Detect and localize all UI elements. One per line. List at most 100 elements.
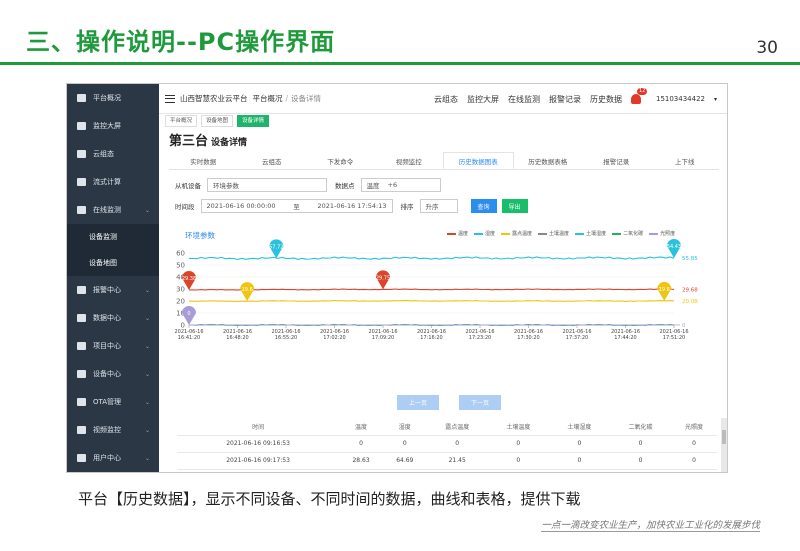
sidebar-subitem-device-monitor[interactable]: 设备监测 (67, 224, 159, 250)
table-scrollbar[interactable] (721, 418, 727, 472)
sidebar-item-b5[interactable]: 视频监控 ⌄ (67, 416, 159, 444)
sidebar-item-a1[interactable]: 监控大屏 (67, 112, 159, 140)
column-header: 土壤温度 (487, 418, 549, 436)
time-start: 2021-06-16 00:00:00 (206, 202, 276, 210)
tab-device-detail[interactable]: 设备详情 (237, 115, 270, 127)
sidebar-item-label: 监控大屏 (93, 122, 121, 130)
export-button[interactable]: 导出 (501, 199, 528, 213)
breadcrumb-separator: / (285, 94, 289, 103)
sidebar-item-b0[interactable]: 报警中心 ⌄ (67, 276, 159, 304)
x-tick-time: 17:09:20 (372, 335, 394, 341)
legend-item[interactable]: 露点温度 (501, 230, 532, 237)
user-account[interactable]: 15103434422 (656, 95, 705, 103)
device-select[interactable]: 环境参数 (207, 178, 327, 192)
x-tick-time: 17:51:20 (663, 335, 685, 341)
chevron-down-icon: ⌄ (144, 454, 150, 462)
chart-pager: 上一页 下一页 (397, 395, 501, 410)
sidebar-item-b1[interactable]: 数据中心 ⌄ (67, 304, 159, 332)
bell-icon[interactable]: 12 (630, 88, 648, 104)
column-header: 土壤湿度 (548, 418, 610, 436)
sidebar-item-b6[interactable]: 用户中心 ⌄ (67, 444, 159, 472)
legend-item[interactable]: 二氧化碳 (612, 230, 643, 237)
data-tab-6[interactable]: 报警记录 (582, 152, 651, 169)
legend-swatch (649, 232, 659, 235)
table-cell: 0 (487, 452, 549, 470)
data-tab-5[interactable]: 历史数据表格 (514, 152, 583, 169)
prev-page-button[interactable]: 上一页 (397, 395, 439, 410)
column-header: 光照度 (671, 418, 717, 436)
menu-toggle-icon[interactable] (165, 94, 175, 103)
legend-swatch (501, 232, 511, 235)
x-tick-time: 16:41:20 (178, 335, 200, 341)
sidebar-item-label: 云组态 (93, 150, 114, 158)
legend-item[interactable]: 土壤温度 (538, 230, 569, 237)
series-end-label: 0 (682, 323, 686, 329)
nav-big-screen[interactable]: 监控大屏 (467, 94, 499, 105)
scrollbar-thumb[interactable] (722, 430, 726, 444)
sidebar-item-b2[interactable]: 项目中心 ⌄ (67, 332, 159, 360)
query-button[interactable]: 查询 (470, 199, 497, 213)
data-tab-4[interactable]: 历史数据图表 (443, 152, 514, 169)
data-tab-0[interactable]: 实时数据 (169, 152, 238, 169)
nav-cloud-config[interactable]: 云组态 (434, 94, 458, 105)
data-marker-label: 57.72 (269, 244, 283, 250)
data-tabs: 实时数据 云组态 下发命令 视频监控 历史数据图表 历史数据表格 报警记录 上下线 (169, 152, 719, 170)
x-tick-time: 17:37:20 (566, 335, 588, 341)
nav-online-monitor[interactable]: 在线监测 (508, 94, 540, 105)
legend-label: 光照度 (660, 231, 676, 237)
sidebar-item-a4[interactable]: 在线监测 ⌄ (67, 196, 159, 224)
series-end-label: 55.85 (682, 256, 698, 262)
table-cell: 0 (671, 435, 717, 453)
legend-item[interactable]: 温度 (447, 230, 468, 237)
x-tick-time: 17:02:20 (323, 335, 345, 341)
x-tick-time: 17:44:20 (614, 335, 636, 341)
legend-item[interactable]: 光照度 (649, 230, 675, 237)
time-range-picker[interactable]: 2021-06-16 00:00:00 至 2021-06-16 17:54:1… (200, 199, 393, 213)
device-name: 第三台 (169, 134, 209, 149)
user-icon (77, 454, 86, 462)
table-cell: 0 (487, 435, 549, 453)
tab-overview[interactable]: 平台概况 (165, 115, 198, 127)
dashboard-icon (77, 94, 86, 102)
page-number: 30 (756, 38, 778, 58)
chevron-down-icon: ⌄ (144, 370, 150, 378)
open-tabs: 平台概况 设备地图 设备详情 (159, 114, 727, 128)
tab-device-map[interactable]: 设备地图 (201, 115, 234, 127)
sort-select[interactable]: 升序 (419, 199, 458, 213)
nav-alarm-records[interactable]: 报警记录 (549, 94, 581, 105)
slide-title: 三、操作说明--PC操作界面 (26, 28, 336, 56)
legend-swatch (575, 232, 585, 235)
column-header: 露点温度 (426, 418, 488, 436)
app-name: 山西智慧农业云平台 (180, 94, 248, 103)
sidebar-item-label: 设备中心 (93, 370, 121, 378)
table-cell: 2021-06-16 09:17:53 (177, 452, 340, 470)
chevron-down-icon[interactable]: ▾ (714, 96, 717, 103)
data-tab-7[interactable]: 上下线 (651, 152, 720, 169)
table-cell: 0 (548, 452, 610, 470)
legend-item[interactable]: 土壤湿度 (575, 230, 606, 237)
sidebar-item-a0[interactable]: 平台概况 (67, 84, 159, 112)
sidebar-item-b4[interactable]: OTA管理 ⌄ (67, 388, 159, 416)
sidebar-item-a3[interactable]: 流式计算 (67, 168, 159, 196)
breadcrumb-home[interactable]: 平台概况 (253, 93, 283, 104)
sidebar-subitem-device-map[interactable]: 设备地图 (67, 250, 159, 276)
time-end: 2021-06-16 17:54:13 (317, 202, 387, 210)
column-header: 二氧化碳 (609, 418, 672, 436)
point-label: 数据点 (335, 182, 355, 190)
sidebar-item-b3[interactable]: 设备中心 ⌄ (67, 360, 159, 388)
point-select[interactable]: 温度 +6 (360, 178, 441, 192)
sidebar-item-a2[interactable]: 云组态 (67, 140, 159, 168)
series-line (189, 256, 675, 260)
nav-history-data[interactable]: 历史数据 (590, 94, 622, 105)
data-tab-3[interactable]: 视频监控 (375, 152, 444, 169)
data-tab-2[interactable]: 下发命令 (306, 152, 375, 169)
legend-item[interactable]: 湿度 (474, 230, 495, 237)
data-tab-1[interactable]: 云组态 (238, 152, 307, 169)
chevron-down-icon: ⌄ (144, 286, 150, 294)
top-nav: 云组态 监控大屏 在线监测 报警记录 历史数据 12 15103434422 ▾ (434, 84, 717, 114)
sidebar-item-label: 平台概况 (93, 94, 121, 102)
legend-label: 温度 (458, 231, 469, 237)
chevron-down-icon: ⌄ (144, 314, 150, 322)
filter-row-2: 时间段 2021-06-16 00:00:00 至 2021-06-16 17:… (175, 199, 528, 213)
next-page-button[interactable]: 下一页 (459, 395, 501, 410)
